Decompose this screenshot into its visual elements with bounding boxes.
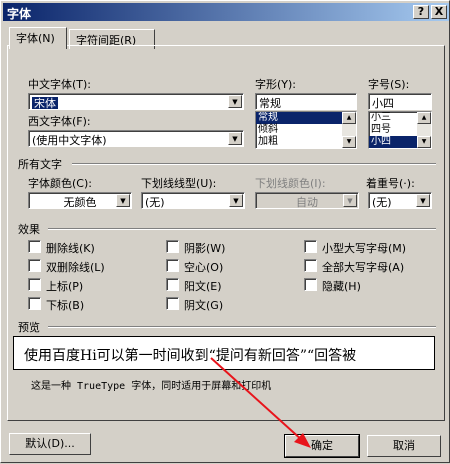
font-dialog: 字体 ? X 字体(N) 字符间距(R) 中文字体(T): 宋体 ▼ 西文字体(… xyxy=(0,0,450,463)
annotation-arrow-icon xyxy=(210,357,311,448)
tab-font[interactable]: 字体(N) xyxy=(9,27,67,49)
